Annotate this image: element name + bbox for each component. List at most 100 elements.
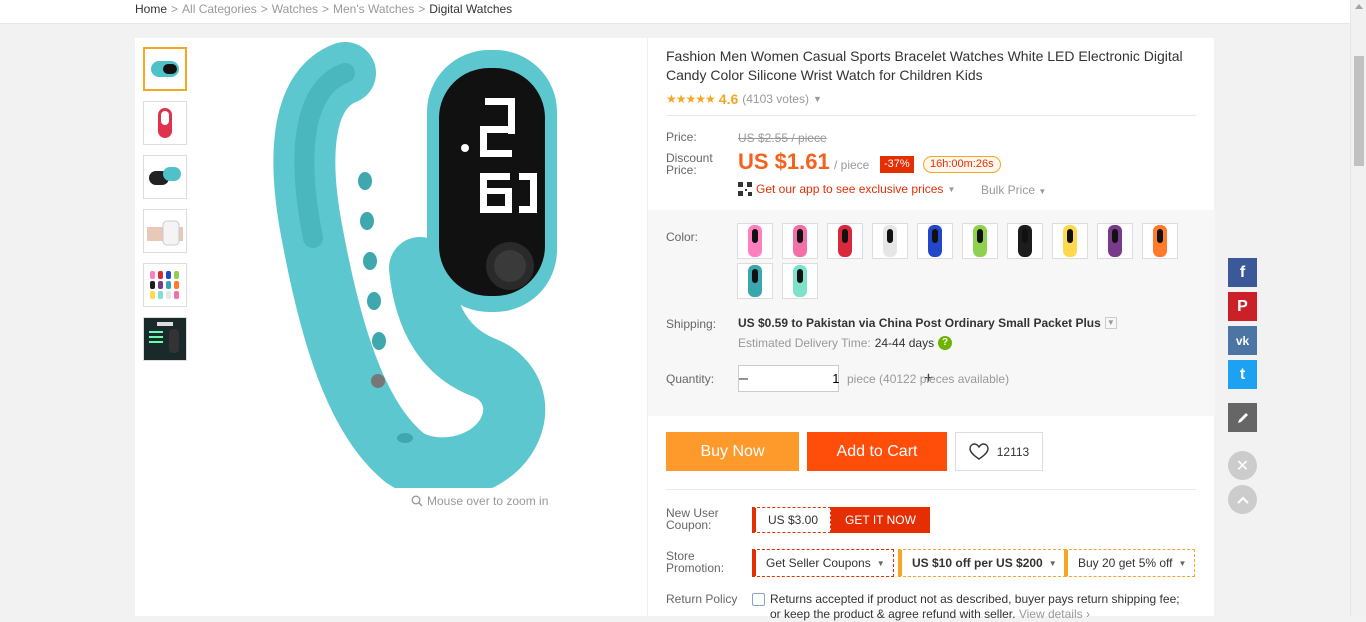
return-policy-label: Return Policy — [666, 592, 738, 606]
zoom-hint-text: Mouse over to zoom in — [427, 494, 549, 508]
page-scrollbar[interactable] — [1350, 0, 1366, 616]
color-swatch[interactable] — [737, 223, 773, 259]
scroll-up-arrow-icon[interactable] — [1355, 4, 1363, 9]
price-label: Price: — [666, 130, 697, 144]
breadcrumb-separator: > — [418, 2, 426, 16]
color-swatch[interactable] — [1142, 223, 1178, 259]
breadcrumb-separator: > — [260, 2, 268, 16]
zoom-hint: Mouse over to zoom in — [411, 494, 548, 508]
close-share-button[interactable]: ✕ — [1228, 451, 1257, 480]
rating-score: 4.6 — [718, 91, 739, 107]
promo-seller-coupons-label: Get Seller Coupons — [766, 556, 871, 570]
watch-band-icon — [928, 225, 942, 257]
app-exclusive-link[interactable]: Get our app to see exclusive prices ▼ — [738, 182, 955, 196]
watch-band-icon — [1108, 225, 1122, 257]
promo-spend-discount-label: US $10 off per US $200 — [912, 556, 1043, 570]
discount-price-label: Discount Price: — [666, 151, 713, 177]
color-swatch[interactable] — [962, 223, 998, 259]
twitter-share-button[interactable]: t — [1228, 360, 1257, 389]
heart-icon — [969, 442, 989, 460]
get-coupon-button[interactable]: GET IT NOW — [831, 507, 930, 533]
color-swatch[interactable] — [737, 263, 773, 299]
product-rating[interactable]: ★★★★★ 4.6 (4103 votes) ▼ — [666, 91, 822, 107]
watch-face-icon — [887, 229, 893, 243]
promo-spend-discount[interactable]: US $10 off per US $200 ▼ — [898, 549, 1066, 577]
pinterest-share-button[interactable]: P — [1228, 292, 1257, 321]
new-user-coupon-label: New User Coupon: — [666, 506, 719, 532]
help-icon[interactable]: ? — [938, 336, 953, 350]
promo-seller-coupons[interactable]: Get Seller Coupons ▼ — [752, 549, 894, 577]
watch-thumbnail-icon — [147, 220, 183, 246]
product-main: Mouse over to zoom in Fashion Men Women … — [135, 38, 1215, 621]
facebook-share-button[interactable]: f — [1228, 258, 1257, 287]
thumbnail-color-grid[interactable] — [143, 263, 187, 307]
back-to-top-button[interactable] — [1228, 485, 1257, 514]
watch-band-icon — [1018, 225, 1032, 257]
watch-band-icon — [1063, 225, 1077, 257]
color-swatch[interactable] — [827, 223, 863, 259]
wishlist-count: 12113 — [996, 444, 1030, 459]
bulk-price-label: Bulk Price — [981, 183, 1036, 197]
breadcrumb-watches[interactable]: Watches — [272, 2, 318, 16]
watch-band-icon — [748, 265, 762, 297]
thumbnail-black-teal-watches[interactable] — [143, 155, 187, 199]
chevron-down-icon: ▼ — [1048, 558, 1057, 568]
thumbnail-red-watch[interactable] — [143, 101, 187, 145]
breadcrumb-mens-watches[interactable]: Men's Watches — [333, 2, 414, 16]
thumbnail-list — [143, 47, 189, 371]
qr-code-icon — [738, 182, 752, 196]
watch-band-icon — [883, 225, 897, 257]
new-user-coupon: US $3.00 GET IT NOW — [752, 507, 930, 533]
chevron-down-icon: ▼ — [1178, 558, 1187, 568]
color-swatch[interactable] — [917, 223, 953, 259]
delivery-days: 24-44 days — [874, 336, 935, 350]
rating-votes: (4103 votes) — [742, 92, 809, 106]
product-title: Fashion Men Women Casual Sports Bracelet… — [666, 48, 1183, 83]
thumbnail-teal-watch[interactable] — [143, 47, 187, 91]
breadcrumb: Home > All Categories > Watches > Men's Watche… — [135, 2, 512, 16]
add-to-cart-button[interactable]: Add to Cart — [807, 432, 947, 471]
breadcrumb-home[interactable]: Home — [135, 2, 167, 16]
teal-led-watch-image — [273, 42, 557, 500]
bulk-price-dropdown[interactable]: Bulk Price ▼ — [981, 183, 1046, 197]
watch-face-icon — [977, 229, 983, 243]
thumbnail-white-watch-wrist[interactable] — [143, 209, 187, 253]
product-info-panel: Fashion Men Women Casual Sports Bracelet… — [647, 38, 1215, 621]
vk-share-button[interactable]: vk — [1228, 326, 1257, 355]
breadcrumb-all-categories[interactable]: All Categories — [182, 2, 257, 16]
app-link-text: Get our app to see exclusive prices — [756, 182, 944, 196]
quantity-decrease-button[interactable]: – — [739, 370, 748, 388]
wishlist-button[interactable]: 12113 — [955, 432, 1043, 471]
per-piece-unit: / piece — [834, 158, 870, 172]
scrollbar-thumb[interactable] — [1354, 56, 1364, 166]
color-swatch[interactable] — [872, 223, 908, 259]
breadcrumb-digital-watches[interactable]: Digital Watches — [429, 2, 512, 16]
chevron-up-icon — [1236, 496, 1249, 504]
color-label: Color: — [666, 230, 699, 244]
quantity-available: piece (40122 pieces available) — [847, 372, 1010, 386]
shipping-text: US $0.59 to Pakistan via China Post Ordi… — [738, 316, 1101, 330]
color-swatch[interactable] — [1052, 223, 1088, 259]
view-details-link[interactable]: View details › — [1019, 607, 1090, 621]
shipping-dropdown-icon[interactable]: ▼ — [1104, 317, 1117, 329]
color-swatch[interactable] — [1007, 223, 1043, 259]
watch-band-icon — [793, 225, 807, 257]
delivery-label: Estimated Delivery Time: — [738, 336, 871, 350]
social-share-bar: f P vk t — [1228, 258, 1257, 437]
color-swatch[interactable] — [1097, 223, 1133, 259]
divider — [666, 489, 1196, 490]
color-swatch[interactable] — [782, 223, 818, 259]
watch-face-icon — [752, 269, 758, 283]
promo-bulk-discount[interactable]: Buy 20 get 5% off ▼ — [1064, 549, 1196, 577]
main-product-image[interactable]: Mouse over to zoom in — [195, 38, 647, 518]
feedback-button[interactable] — [1228, 403, 1257, 432]
buy-now-button[interactable]: Buy Now — [666, 432, 799, 471]
promo-bulk-discount-label: Buy 20 get 5% off — [1078, 556, 1173, 570]
discount-price: US $1.61 — [738, 149, 830, 174]
close-icon: ✕ — [1235, 457, 1250, 475]
thumbnail-details[interactable] — [143, 317, 187, 361]
shipping-info: US $0.59 to Pakistan via China Post Ordi… — [738, 316, 1117, 330]
delivery-info: Estimated Delivery Time: 24-44 days ? — [738, 336, 953, 350]
watch-thumbnail-icon — [149, 167, 181, 185]
color-swatch[interactable] — [782, 263, 818, 299]
